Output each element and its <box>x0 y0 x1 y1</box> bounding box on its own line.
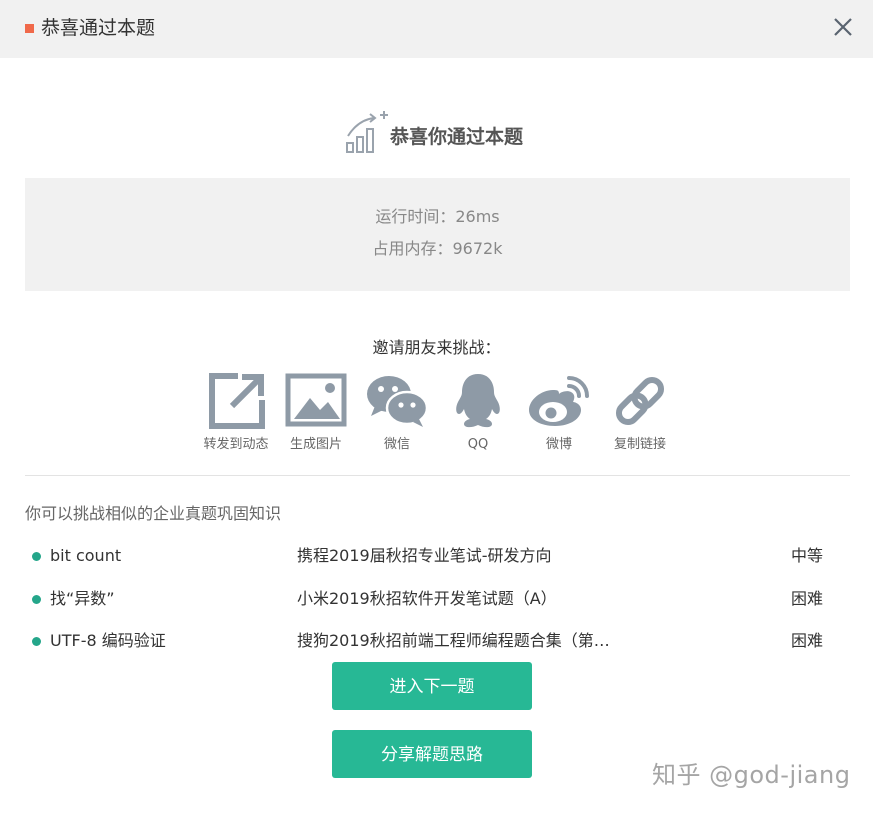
list-item[interactable]: UTF-8 编码验证 搜狗2019秋招前端工程师编程题合集（第… 困难 <box>25 627 850 655</box>
list-item[interactable]: 找“异数” 小米2019秋招软件开发笔试题（A） 困难 <box>25 585 850 613</box>
share-item-label: 微博 <box>545 437 572 452</box>
share-solution-button[interactable]: 分享解题思路 <box>332 730 532 778</box>
runtime-stat: 运行时间：26ms <box>375 207 500 226</box>
invite-prompt: 邀请朋友来挑战： <box>372 338 501 357</box>
dialog-title: 恭喜通过本题 <box>41 17 156 39</box>
problem-name: 找“异数” <box>50 589 115 608</box>
result-banner: 恭喜你通过本题 <box>0 104 873 164</box>
problem-source: 携程2019届秋招专业笔试-研发方向 <box>297 546 552 565</box>
problem-difficulty: 困难 <box>791 631 824 650</box>
copy-link-button[interactable]: 复制链接 <box>600 372 680 454</box>
share-qq-button[interactable]: QQ <box>438 372 518 454</box>
wechat-icon <box>367 376 429 427</box>
share-wechat-button[interactable]: 微信 <box>357 372 437 454</box>
bar-chart-up-icon <box>346 111 388 153</box>
generate-image-button[interactable]: 生成图片 <box>276 372 356 454</box>
bullet-dot <box>32 552 41 561</box>
title-marker <box>25 24 34 33</box>
share-item-label: 转发到动态 <box>203 437 269 452</box>
share-out-icon <box>209 373 265 429</box>
result-stats: 运行时间：26ms 占用内存：9672k <box>25 178 850 291</box>
problem-name: bit count <box>50 546 122 565</box>
result-headline: 恭喜你通过本题 <box>390 126 524 148</box>
link-icon <box>615 376 665 426</box>
share-item-label: 复制链接 <box>613 437 666 452</box>
dialog-header: 恭喜通过本题 <box>0 0 873 58</box>
weibo-icon <box>529 376 589 426</box>
problem-source: 小米2019秋招软件开发笔试题（A） <box>297 589 557 608</box>
divider <box>25 475 850 476</box>
problem-difficulty: 中等 <box>791 546 824 565</box>
share-item-label: 生成图片 <box>289 437 342 452</box>
memory-stat: 占用内存：9672k <box>372 239 503 258</box>
next-problem-button[interactable]: 进入下一题 <box>332 662 532 710</box>
related-section-title: 你可以挑战相似的企业真题巩固知识 <box>25 504 282 523</box>
problem-source: 搜狗2019秋招前端工程师编程题合集（第… <box>297 631 610 650</box>
problem-name: UTF-8 编码验证 <box>50 631 166 650</box>
share-to-feed-button[interactable]: 转发到动态 <box>196 372 276 454</box>
watermark: 知乎 @god-jiang <box>652 761 851 789</box>
bullet-dot <box>32 595 41 604</box>
problem-difficulty: 困难 <box>791 589 824 608</box>
bullet-dot <box>32 637 41 646</box>
share-item-label: QQ <box>467 437 489 452</box>
close-icon[interactable] <box>830 14 856 40</box>
share-weibo-button[interactable]: 微博 <box>519 372 599 454</box>
qq-icon <box>456 374 500 428</box>
image-icon <box>285 373 347 427</box>
share-item-label: 微信 <box>383 437 410 452</box>
list-item[interactable]: bit count 携程2019届秋招专业笔试-研发方向 中等 <box>25 542 850 570</box>
